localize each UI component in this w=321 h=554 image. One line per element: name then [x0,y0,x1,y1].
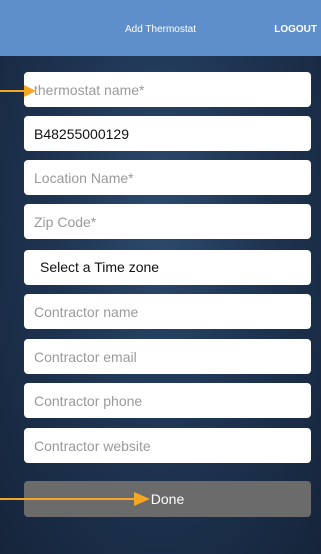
contractor-name-input[interactable] [24,294,311,329]
location-name-input[interactable] [24,160,311,195]
contractor-website-input[interactable] [24,428,311,463]
thermostat-name-input[interactable] [24,72,311,107]
logout-button[interactable]: LOGOUT [274,24,317,35]
done-button[interactable]: Done [24,481,311,517]
contractor-phone-input[interactable] [24,383,311,418]
serial-number-input[interactable] [24,116,311,151]
contractor-email-input[interactable] [24,339,311,374]
zip-code-input[interactable] [24,204,311,239]
page-title: Add Thermostat [125,24,196,35]
app-header: Add Thermostat LOGOUT [0,0,321,56]
time-zone-select[interactable]: Select a Time zone [24,250,311,285]
